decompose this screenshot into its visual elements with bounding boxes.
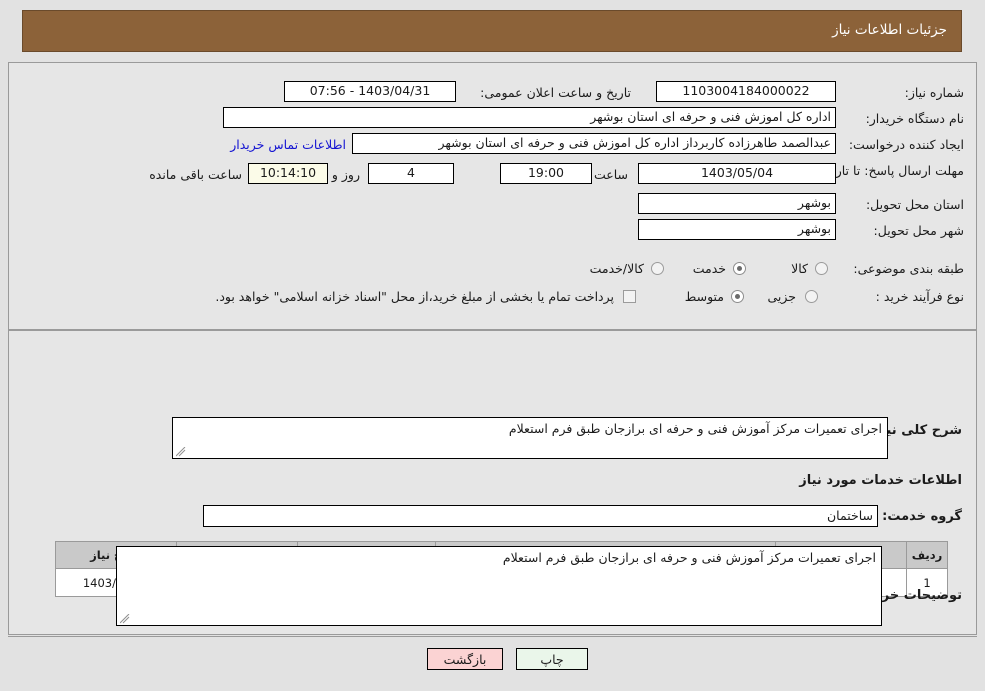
description-textarea[interactable]: اجرای تعمیرات مرکز آموزش فنی و حرفه ای ب… xyxy=(172,417,888,459)
province-field[interactable]: بوشهر xyxy=(638,193,836,214)
city-label: شهر محل تحویل: xyxy=(873,223,964,238)
services-section-title: اطلاعات خدمات مورد نیاز xyxy=(799,473,962,488)
deadline-label: مهلت ارسال پاسخ: تا تاریخ: xyxy=(819,163,964,178)
remaining-days-field: 4 xyxy=(368,163,454,184)
radio-process-medium-label: متوسط xyxy=(684,289,724,304)
page-title-bar: جزئیات اطلاعات نیاز xyxy=(22,10,962,52)
deadline-time-field[interactable]: 19:00 xyxy=(500,163,592,184)
need-info-section: شماره نیاز: 1103004184000022 تاریخ و ساع… xyxy=(9,63,976,331)
service-group-label: گروه خدمت: xyxy=(882,509,962,524)
category-label: طبقه بندی موضوعی: xyxy=(853,261,964,276)
province-label: استان محل تحویل: xyxy=(865,197,964,212)
buyer-contact-link[interactable]: اطلاعات تماس خریدار xyxy=(230,137,346,152)
city-field[interactable]: بوشهر xyxy=(638,219,836,240)
resize-grip-icon[interactable] xyxy=(176,447,186,457)
treasury-note-label: پرداخت تمام یا بخشی از مبلغ خرید،از محل … xyxy=(215,289,614,304)
remaining-hours-label: ساعت باقی مانده xyxy=(149,167,242,182)
buyer-org-field[interactable]: اداره کل اموزش فنی و حرفه ای استان بوشهر xyxy=(223,107,836,128)
announce-date-field[interactable]: 1403/04/31 - 07:56 xyxy=(284,81,456,102)
treasury-checkbox[interactable] xyxy=(623,290,636,303)
radio-category-goods-service-label: کالا/خدمت xyxy=(589,261,644,276)
print-button[interactable]: چاپ xyxy=(516,648,588,670)
buyer-notes-text: اجرای تعمیرات مرکز آموزش فنی و حرفه ای ب… xyxy=(502,550,876,565)
creator-field[interactable]: عبدالصمد طاهرزاده کاربرداز اداره کل اموز… xyxy=(352,133,836,154)
creator-label: ایجاد کننده درخواست: xyxy=(848,137,964,152)
radio-category-service[interactable] xyxy=(733,262,746,275)
process-label: نوع فرآیند خرید : xyxy=(875,289,964,304)
radio-process-medium[interactable] xyxy=(731,290,744,303)
main-frame: شماره نیاز: 1103004184000022 تاریخ و ساع… xyxy=(8,62,977,635)
deadline-time-label: ساعت xyxy=(593,167,628,182)
page-root: AriaTender.net جزئیات اطلاعات نیاز شماره… xyxy=(0,0,985,691)
service-group-field[interactable]: ساختمان xyxy=(203,505,878,527)
deadline-date-field[interactable]: 1403/05/04 xyxy=(638,163,836,184)
countdown-field: 10:14:10 xyxy=(248,163,328,184)
back-button[interactable]: بازگشت xyxy=(427,648,503,670)
radio-process-minor-label: جزیی xyxy=(767,289,796,304)
need-number-field[interactable]: 1103004184000022 xyxy=(656,81,836,102)
buyer-notes-textarea[interactable]: اجرای تعمیرات مرکز آموزش فنی و حرفه ای ب… xyxy=(116,546,882,626)
radio-category-goods-service[interactable] xyxy=(651,262,664,275)
resize-grip-icon[interactable] xyxy=(120,614,130,624)
radio-category-service-label: خدمت xyxy=(692,261,726,276)
radio-process-minor[interactable] xyxy=(805,290,818,303)
footer-divider xyxy=(8,636,977,637)
buyer-org-label: نام دستگاه خریدار: xyxy=(865,111,964,126)
announce-date-label: تاریخ و ساعت اعلان عمومی: xyxy=(480,85,631,100)
need-number-label: شماره نیاز: xyxy=(904,85,964,100)
col-row: ردیف xyxy=(906,541,948,569)
radio-category-goods-label: کالا xyxy=(791,261,808,276)
days-label: روز و xyxy=(331,167,360,182)
radio-category-goods[interactable] xyxy=(815,262,828,275)
description-text: اجرای تعمیرات مرکز آموزش فنی و حرفه ای ب… xyxy=(508,421,882,436)
page-title: جزئیات اطلاعات نیاز xyxy=(832,22,947,38)
